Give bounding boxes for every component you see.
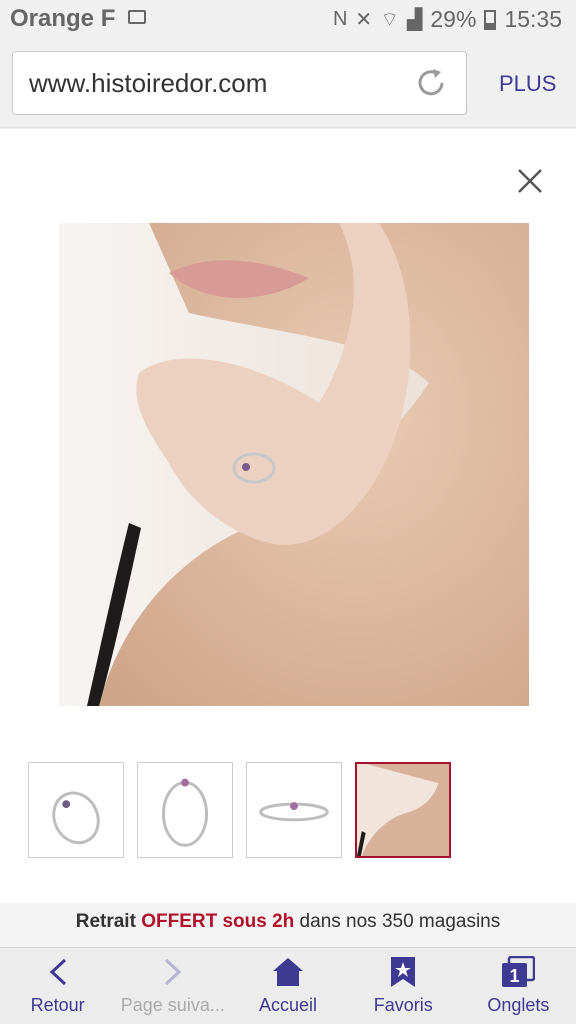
close-icon[interactable] — [514, 165, 546, 197]
tabs-button[interactable]: 1 Onglets — [461, 948, 576, 1024]
thumbnail-1[interactable] — [28, 762, 124, 858]
battery-percent: 29% — [430, 6, 477, 32]
battery-icon — [484, 9, 497, 30]
home-label: Accueil — [258, 995, 318, 1015]
status-bar: Orange F N ✕ ⌔ ▟ 29% 15:35 — [0, 0, 576, 40]
carrier-name: Orange F — [10, 5, 116, 32]
tabs-label: Onglets — [487, 995, 550, 1015]
wifi-icon: ⌔ — [380, 9, 399, 31]
promo-text-1: Retrait — [75, 911, 142, 932]
chevron-right-icon — [164, 958, 182, 986]
favorites-button[interactable]: Favoris — [346, 948, 461, 1024]
thumbnail-4-selected[interactable] — [355, 762, 451, 858]
thumbnail-2[interactable] — [137, 762, 233, 858]
back-label: Retour — [30, 995, 85, 1015]
nfc-icon: N — [332, 8, 348, 30]
clock: 15:35 — [504, 6, 562, 32]
home-button[interactable]: Accueil — [230, 948, 345, 1024]
address-bar[interactable]: www.histoiredor.com — [12, 51, 467, 115]
tabs-count: 1 — [510, 966, 520, 986]
tabs-icon: 1 — [502, 956, 536, 987]
reload-icon[interactable] — [414, 66, 448, 100]
promo-text-2: dans nos 350 magasins — [294, 911, 501, 932]
back-button[interactable]: Retour — [0, 948, 115, 1024]
promo-banner[interactable]: Retrait OFFERT sous 2h dans nos 350 maga… — [0, 903, 576, 947]
browser-bottom-nav: Retour Page suiva... Accueil Favoris 1 O… — [0, 947, 576, 1024]
promo-highlight: OFFERT sous 2h — [141, 911, 295, 932]
thumbnail-3[interactable] — [246, 762, 342, 858]
message-icon — [128, 10, 146, 24]
more-button[interactable]: PLUS — [499, 71, 556, 97]
status-icons: N ✕ ⌔ ▟ 29% 15:35 — [333, 6, 562, 33]
mute-icon: ✕ — [355, 9, 373, 31]
home-icon — [273, 958, 303, 986]
browser-toolbar: www.histoiredor.com PLUS — [0, 40, 576, 128]
bookmark-star-icon — [391, 957, 416, 987]
forward-button[interactable]: Page suiva... — [115, 948, 230, 1024]
signal-icon: ▟ — [407, 9, 423, 31]
url-text: www.histoiredor.com — [29, 68, 268, 98]
favorites-label: Favoris — [373, 995, 433, 1015]
chevron-left-icon — [49, 958, 66, 986]
main-product-photo — [59, 223, 529, 706]
product-image-viewer — [0, 129, 576, 903]
thumbnail-strip — [28, 762, 451, 858]
forward-label: Page suiva... — [120, 995, 225, 1015]
